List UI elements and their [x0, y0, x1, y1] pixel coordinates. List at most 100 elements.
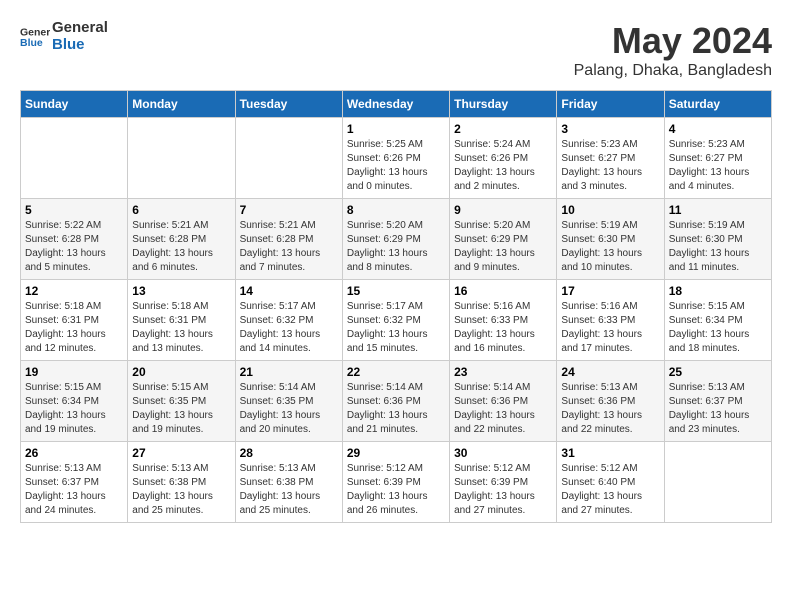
logo-blue: Blue	[52, 37, 108, 54]
weekday-header-monday: Monday	[128, 91, 235, 118]
day-info: Sunrise: 5:12 AMSunset: 6:39 PMDaylight:…	[347, 462, 445, 518]
day-number: 25	[669, 365, 767, 379]
calendar-cell	[128, 118, 235, 199]
calendar-week-row: 5 Sunrise: 5:22 AMSunset: 6:28 PMDayligh…	[21, 199, 772, 280]
day-number: 23	[454, 365, 552, 379]
logo-general: General	[52, 20, 108, 37]
calendar-cell: 18 Sunrise: 5:15 AMSunset: 6:34 PMDaylig…	[664, 280, 771, 361]
calendar-week-row: 1 Sunrise: 5:25 AMSunset: 6:26 PMDayligh…	[21, 118, 772, 199]
day-number: 2	[454, 122, 552, 136]
calendar-cell: 10 Sunrise: 5:19 AMSunset: 6:30 PMDaylig…	[557, 199, 664, 280]
calendar-cell: 17 Sunrise: 5:16 AMSunset: 6:33 PMDaylig…	[557, 280, 664, 361]
calendar-cell: 22 Sunrise: 5:14 AMSunset: 6:36 PMDaylig…	[342, 361, 449, 442]
day-number: 24	[561, 365, 659, 379]
calendar-cell: 24 Sunrise: 5:13 AMSunset: 6:36 PMDaylig…	[557, 361, 664, 442]
day-number: 30	[454, 446, 552, 460]
day-info: Sunrise: 5:22 AMSunset: 6:28 PMDaylight:…	[25, 219, 123, 275]
day-number: 14	[240, 284, 338, 298]
calendar-cell: 14 Sunrise: 5:17 AMSunset: 6:32 PMDaylig…	[235, 280, 342, 361]
day-info: Sunrise: 5:23 AMSunset: 6:27 PMDaylight:…	[561, 138, 659, 194]
calendar-header-row: SundayMondayTuesdayWednesdayThursdayFrid…	[21, 91, 772, 118]
day-number: 5	[25, 203, 123, 217]
day-info: Sunrise: 5:13 AMSunset: 6:37 PMDaylight:…	[25, 462, 123, 518]
day-info: Sunrise: 5:20 AMSunset: 6:29 PMDaylight:…	[347, 219, 445, 275]
calendar-cell	[664, 442, 771, 523]
calendar-cell: 7 Sunrise: 5:21 AMSunset: 6:28 PMDayligh…	[235, 199, 342, 280]
day-number: 27	[132, 446, 230, 460]
calendar-cell: 16 Sunrise: 5:16 AMSunset: 6:33 PMDaylig…	[450, 280, 557, 361]
calendar-cell: 28 Sunrise: 5:13 AMSunset: 6:38 PMDaylig…	[235, 442, 342, 523]
day-info: Sunrise: 5:16 AMSunset: 6:33 PMDaylight:…	[454, 300, 552, 356]
day-number: 18	[669, 284, 767, 298]
month-title: May 2024	[574, 20, 772, 62]
day-number: 19	[25, 365, 123, 379]
calendar-cell: 21 Sunrise: 5:14 AMSunset: 6:35 PMDaylig…	[235, 361, 342, 442]
day-info: Sunrise: 5:20 AMSunset: 6:29 PMDaylight:…	[454, 219, 552, 275]
calendar-cell: 29 Sunrise: 5:12 AMSunset: 6:39 PMDaylig…	[342, 442, 449, 523]
day-info: Sunrise: 5:13 AMSunset: 6:36 PMDaylight:…	[561, 381, 659, 437]
calendar-cell: 12 Sunrise: 5:18 AMSunset: 6:31 PMDaylig…	[21, 280, 128, 361]
day-number: 6	[132, 203, 230, 217]
day-info: Sunrise: 5:18 AMSunset: 6:31 PMDaylight:…	[25, 300, 123, 356]
day-number: 29	[347, 446, 445, 460]
calendar-week-row: 12 Sunrise: 5:18 AMSunset: 6:31 PMDaylig…	[21, 280, 772, 361]
day-info: Sunrise: 5:21 AMSunset: 6:28 PMDaylight:…	[240, 219, 338, 275]
weekday-header-tuesday: Tuesday	[235, 91, 342, 118]
calendar-cell: 27 Sunrise: 5:13 AMSunset: 6:38 PMDaylig…	[128, 442, 235, 523]
day-number: 16	[454, 284, 552, 298]
calendar-cell: 26 Sunrise: 5:13 AMSunset: 6:37 PMDaylig…	[21, 442, 128, 523]
calendar-week-row: 19 Sunrise: 5:15 AMSunset: 6:34 PMDaylig…	[21, 361, 772, 442]
day-number: 9	[454, 203, 552, 217]
location: Palang, Dhaka, Bangladesh	[574, 62, 772, 80]
calendar-cell: 23 Sunrise: 5:14 AMSunset: 6:36 PMDaylig…	[450, 361, 557, 442]
day-number: 31	[561, 446, 659, 460]
day-number: 22	[347, 365, 445, 379]
page-header: General Blue General Blue May 2024 Palan…	[20, 20, 772, 80]
calendar-cell: 2 Sunrise: 5:24 AMSunset: 6:26 PMDayligh…	[450, 118, 557, 199]
day-info: Sunrise: 5:15 AMSunset: 6:35 PMDaylight:…	[132, 381, 230, 437]
weekday-header-wednesday: Wednesday	[342, 91, 449, 118]
day-info: Sunrise: 5:16 AMSunset: 6:33 PMDaylight:…	[561, 300, 659, 356]
calendar-cell: 3 Sunrise: 5:23 AMSunset: 6:27 PMDayligh…	[557, 118, 664, 199]
day-info: Sunrise: 5:18 AMSunset: 6:31 PMDaylight:…	[132, 300, 230, 356]
calendar-cell: 4 Sunrise: 5:23 AMSunset: 6:27 PMDayligh…	[664, 118, 771, 199]
calendar-cell: 13 Sunrise: 5:18 AMSunset: 6:31 PMDaylig…	[128, 280, 235, 361]
day-number: 17	[561, 284, 659, 298]
calendar-cell: 8 Sunrise: 5:20 AMSunset: 6:29 PMDayligh…	[342, 199, 449, 280]
weekday-header-thursday: Thursday	[450, 91, 557, 118]
calendar-cell: 25 Sunrise: 5:13 AMSunset: 6:37 PMDaylig…	[664, 361, 771, 442]
day-info: Sunrise: 5:17 AMSunset: 6:32 PMDaylight:…	[240, 300, 338, 356]
day-info: Sunrise: 5:12 AMSunset: 6:40 PMDaylight:…	[561, 462, 659, 518]
calendar-cell: 6 Sunrise: 5:21 AMSunset: 6:28 PMDayligh…	[128, 199, 235, 280]
calendar-cell: 9 Sunrise: 5:20 AMSunset: 6:29 PMDayligh…	[450, 199, 557, 280]
day-info: Sunrise: 5:17 AMSunset: 6:32 PMDaylight:…	[347, 300, 445, 356]
calendar-body: 1 Sunrise: 5:25 AMSunset: 6:26 PMDayligh…	[21, 118, 772, 523]
calendar-cell	[21, 118, 128, 199]
calendar-cell: 1 Sunrise: 5:25 AMSunset: 6:26 PMDayligh…	[342, 118, 449, 199]
day-number: 7	[240, 203, 338, 217]
calendar-cell: 15 Sunrise: 5:17 AMSunset: 6:32 PMDaylig…	[342, 280, 449, 361]
day-number: 3	[561, 122, 659, 136]
svg-text:Blue: Blue	[20, 37, 43, 49]
day-number: 15	[347, 284, 445, 298]
day-info: Sunrise: 5:14 AMSunset: 6:36 PMDaylight:…	[454, 381, 552, 437]
day-info: Sunrise: 5:14 AMSunset: 6:35 PMDaylight:…	[240, 381, 338, 437]
calendar-cell: 11 Sunrise: 5:19 AMSunset: 6:30 PMDaylig…	[664, 199, 771, 280]
calendar-cell: 19 Sunrise: 5:15 AMSunset: 6:34 PMDaylig…	[21, 361, 128, 442]
calendar-week-row: 26 Sunrise: 5:13 AMSunset: 6:37 PMDaylig…	[21, 442, 772, 523]
day-number: 4	[669, 122, 767, 136]
weekday-header-friday: Friday	[557, 91, 664, 118]
day-number: 8	[347, 203, 445, 217]
day-number: 13	[132, 284, 230, 298]
day-number: 20	[132, 365, 230, 379]
day-number: 11	[669, 203, 767, 217]
day-number: 12	[25, 284, 123, 298]
title-block: May 2024 Palang, Dhaka, Bangladesh	[574, 20, 772, 80]
calendar-cell	[235, 118, 342, 199]
day-number: 1	[347, 122, 445, 136]
day-info: Sunrise: 5:15 AMSunset: 6:34 PMDaylight:…	[669, 300, 767, 356]
logo: General Blue General Blue	[20, 20, 108, 53]
calendar-table: SundayMondayTuesdayWednesdayThursdayFrid…	[20, 90, 772, 523]
day-number: 28	[240, 446, 338, 460]
day-info: Sunrise: 5:12 AMSunset: 6:39 PMDaylight:…	[454, 462, 552, 518]
